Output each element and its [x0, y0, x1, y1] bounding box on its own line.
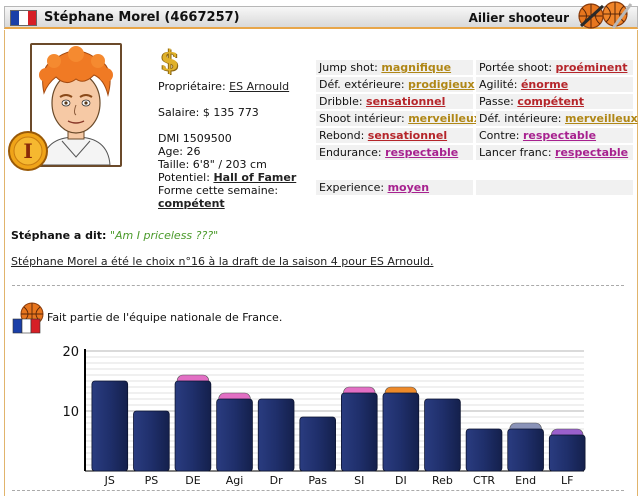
form-line: compétent — [158, 198, 225, 210]
age: Age: 26 — [158, 145, 201, 158]
owner-label: Propriétaire: — [158, 80, 226, 93]
chart-y-tick-label: 10 — [62, 405, 79, 420]
chart-bar — [382, 392, 420, 472]
skill-row: Déf. extérieure: prodigieux — [316, 77, 475, 92]
chart-x-tick-label: CTR — [473, 474, 495, 487]
skill-value-link[interactable]: respectable — [555, 146, 628, 159]
chart-x-tick-label: Agi — [226, 474, 244, 487]
skill-label: Déf. intérieure: — [479, 112, 562, 125]
potential-label: Potentiel: — [158, 171, 210, 184]
quote-speaker: Stéphane a dit: — [11, 229, 107, 242]
skill-label: Rebond: — [319, 129, 365, 142]
player-quote: Stéphane a dit: "Am I priceless ???" — [11, 229, 218, 242]
skill-row: Dribble: sensationnel — [316, 94, 473, 109]
skill-row: Passe: compétent — [476, 94, 633, 109]
chart-bar — [341, 392, 378, 472]
skill-value-link[interactable]: proéminent — [556, 61, 628, 74]
divider — [12, 285, 624, 286]
chart-bar — [133, 410, 170, 472]
skill-label: Lancer franc: — [479, 146, 552, 159]
skill-value-link[interactable]: énorme — [521, 78, 568, 91]
chart-x-tick-label: DI — [395, 474, 407, 487]
owner-line: Propriétaire: ES Arnould — [158, 81, 289, 93]
salary: Salaire: $ 135 773 — [158, 106, 259, 119]
skill-row: Rebond: sensationnel — [316, 128, 473, 143]
experience-link[interactable]: moyen — [388, 181, 429, 194]
player-header: Stéphane Morel (4667257) Ailier shooteur — [0, 0, 641, 32]
skill-row: Shoot intérieur: merveilleux — [316, 111, 481, 126]
skill-value-link[interactable]: sensationnel — [366, 95, 445, 108]
skill-row: Déf. intérieure: merveilleux ↑ — [476, 111, 638, 126]
skill-label: Portée shoot: — [479, 61, 553, 74]
chart-x-tick-label: End — [515, 474, 536, 487]
experience-label: Experience: — [319, 181, 385, 194]
skill-label: Passe: — [479, 95, 514, 108]
chart-x-tick-label: DE — [185, 474, 200, 487]
skill-label: Dribble: — [319, 95, 363, 108]
skills-bar-chart: 10 20 JS PS DE Agi Dr Pas SI DI Reb CTR End LF — [62, 345, 586, 487]
skill-value-link[interactable]: prodigieux — [408, 78, 475, 91]
form-label: Forme cette semaine: — [158, 184, 279, 197]
experience-row: Experience: moyen — [316, 180, 473, 195]
skill-row: Endurance: respectable — [316, 145, 473, 160]
potential-link[interactable]: Hall of Famer — [213, 171, 296, 184]
skill-value-link[interactable]: magnifique — [381, 61, 451, 74]
bottom-divider — [12, 490, 624, 491]
chart-bar — [174, 380, 212, 472]
rank-badge-number: I — [23, 139, 32, 163]
chart-y-tick-label: 20 — [62, 345, 79, 360]
player-name: Stéphane Morel (4667257) — [44, 10, 240, 25]
dollar-icon: $ — [160, 44, 180, 77]
skill-label: Shoot intérieur: — [319, 112, 405, 125]
chart-bar — [465, 428, 503, 472]
chart-bar — [424, 398, 461, 472]
skill-label: Déf. extérieure: — [319, 78, 405, 91]
skill-value-link[interactable]: compétent — [517, 95, 584, 108]
chart-x-tick-label: PS — [145, 474, 159, 487]
skill-label: Jump shot: — [319, 61, 378, 74]
chart-bar — [507, 428, 544, 472]
chart-x-tick-label: LF — [561, 474, 573, 487]
player-position: Ailier shooteur — [468, 11, 569, 25]
skill-value-link[interactable]: sensationnel — [368, 129, 447, 142]
chart-bar — [548, 434, 586, 472]
chart-x-tick-label: JS — [104, 474, 115, 487]
france-flag-icon — [10, 10, 37, 26]
chart-x-tick-label: Dr — [270, 474, 283, 487]
chart-x-tick-label: SI — [354, 474, 364, 487]
chart-bar — [216, 398, 253, 472]
rank-badge-icon: I — [8, 131, 48, 171]
basketballs-icon — [578, 1, 633, 29]
potential-line: Potentiel: Hall of Famer — [158, 172, 296, 184]
chart-bar — [91, 380, 129, 472]
skill-label: Agilité: — [479, 78, 518, 91]
skill-label: Contre: — [479, 129, 520, 142]
national-team-icon — [12, 302, 44, 334]
form-link[interactable]: compétent — [158, 197, 225, 210]
chart-bar — [299, 416, 336, 472]
dmi: DMI 1509500 — [158, 132, 232, 145]
skill-row: Agilité: énorme — [476, 77, 633, 92]
skill-row: Portée shoot: proéminent — [476, 60, 633, 75]
chart-bar — [257, 398, 295, 472]
draft-info-link[interactable]: Stéphane Morel a été le choix n°16 à la … — [11, 255, 433, 268]
skill-row: Contre: respectable — [476, 128, 633, 143]
chart-x-tick-label: Pas — [308, 474, 327, 487]
skill-value-link[interactable]: respectable — [385, 146, 458, 159]
experience-empty-cell — [476, 180, 633, 195]
quote-text: "Am I priceless ???" — [109, 229, 219, 242]
chart-x-tick-label: Reb — [432, 474, 453, 487]
height: Taille: 6'8" / 203 cm — [158, 158, 267, 171]
skill-row: Jump shot: magnifique — [316, 60, 473, 75]
national-team-text: Fait partie de l'équipe nationale de Fra… — [47, 311, 283, 324]
owner-link[interactable]: ES Arnould — [229, 80, 289, 93]
skill-value-link[interactable]: merveilleux — [565, 112, 638, 125]
skill-label: Endurance: — [319, 146, 382, 159]
skill-row: Lancer franc: respectable — [476, 145, 633, 160]
skill-value-link[interactable]: respectable — [523, 129, 596, 142]
skill-value-link[interactable]: merveilleux — [408, 112, 481, 125]
